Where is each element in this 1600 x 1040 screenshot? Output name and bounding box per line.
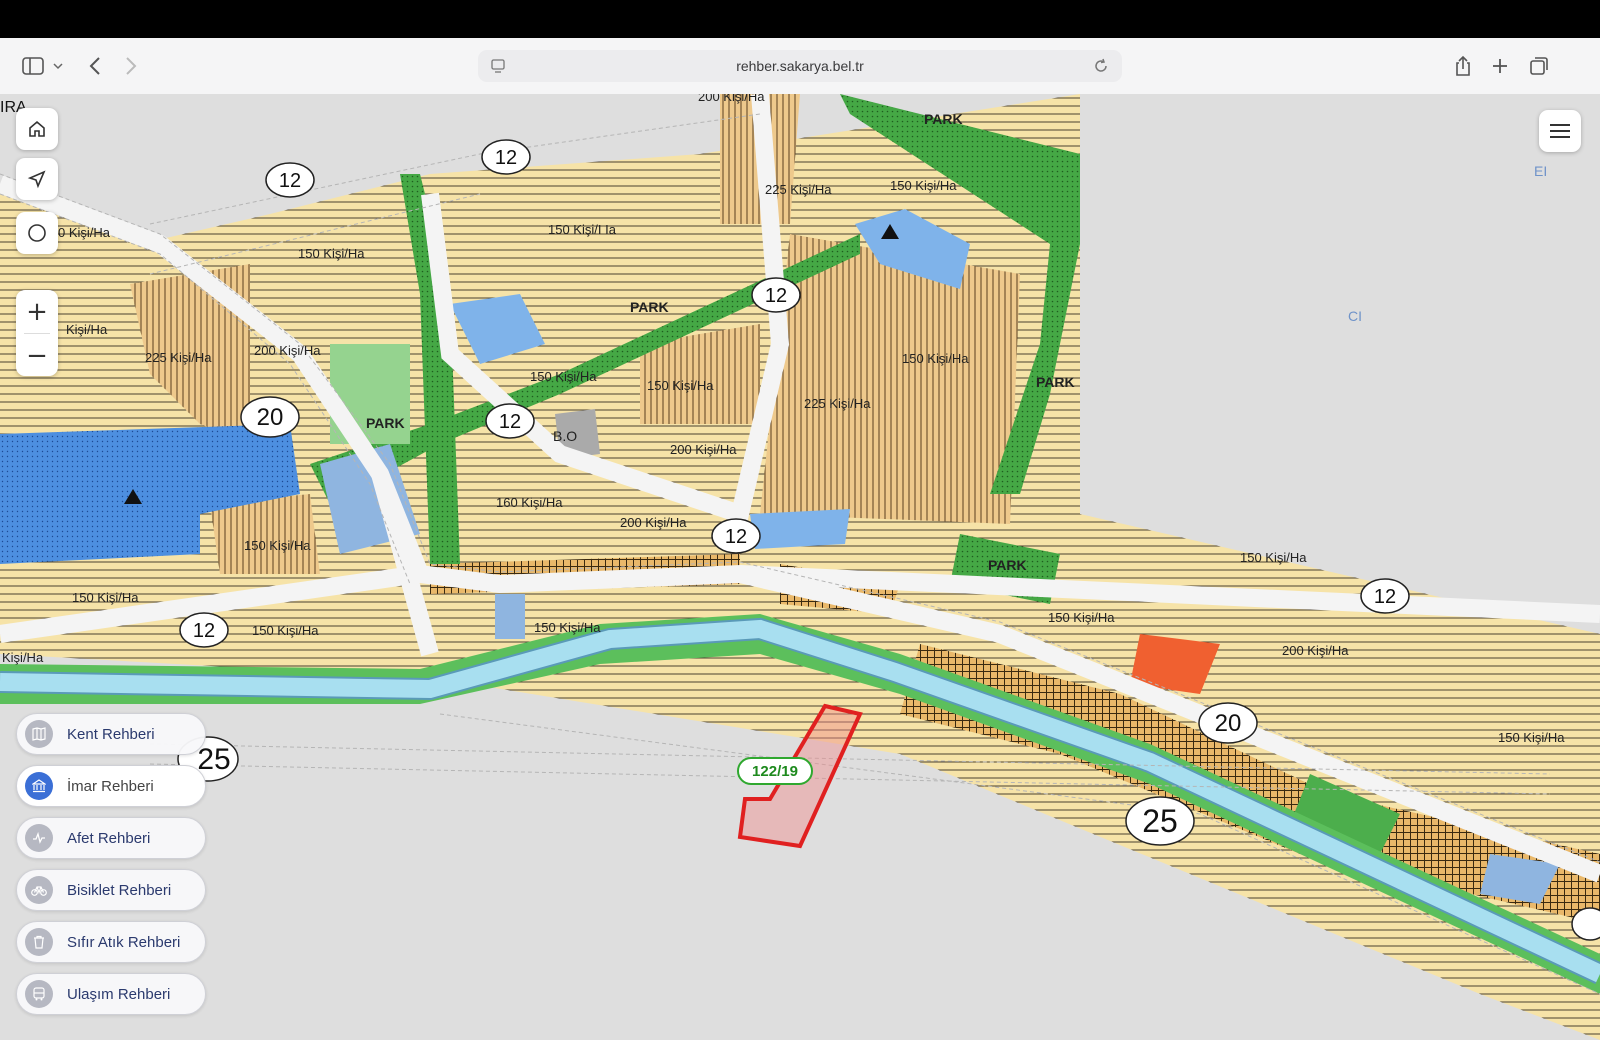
density-label: 150 Kişi/I Ia — [548, 222, 617, 237]
guide-list: Kent Rehberi İmar Rehberi Afet Rehberi B… — [16, 713, 206, 1025]
park-label: PARK — [630, 299, 669, 315]
guide-label: İmar Rehberi — [67, 777, 154, 795]
address-bar[interactable]: rehber.sakarya.bel.tr — [478, 50, 1122, 82]
density-label: 150 Kişi/Ha — [1498, 730, 1565, 745]
reload-icon[interactable] — [1092, 57, 1110, 75]
density-label: 200 Kişi/Ha — [670, 442, 737, 457]
new-tab-icon[interactable] — [1485, 51, 1515, 81]
guide-ulasim-rehberi[interactable]: Ulaşım Rehberi — [16, 973, 206, 1015]
hamburger-icon — [1550, 124, 1570, 138]
road-number: 12 — [765, 285, 787, 307]
bo-label: B.O — [553, 428, 577, 444]
density-label: 150 Kişi/Ha — [72, 590, 139, 605]
bicycle-icon — [25, 876, 53, 904]
guide-label: Kent Rehberi — [67, 725, 155, 743]
road-number: 12 — [193, 620, 215, 642]
density-label: 150 Kişi/Ha — [530, 369, 597, 384]
density-label: 225 Kişi/Ha — [804, 396, 871, 411]
share-icon[interactable] — [1448, 51, 1478, 81]
density-label: 225 Kişi/Ha — [145, 350, 212, 365]
road-number: 12 — [1374, 586, 1396, 608]
guide-imar-rehberi[interactable]: İmar Rehberi — [16, 765, 206, 807]
density-label: 150 Kişi/Ha — [902, 351, 969, 366]
density-label: 150 Kişi/Ha — [647, 378, 714, 393]
density-label: 150 Kişi/Ha — [298, 246, 365, 261]
top-bezel — [0, 0, 1600, 38]
menu-button[interactable] — [1539, 110, 1581, 152]
public-facility-area[interactable] — [495, 594, 525, 639]
bus-icon — [25, 980, 53, 1008]
sidebar-toggle-icon[interactable] — [18, 51, 48, 81]
guide-label: Sıfır Atık Rehberi — [67, 933, 181, 951]
road-number: 25 — [1142, 803, 1178, 839]
density-label: 150 Kişi/Ha — [1048, 610, 1115, 625]
density-label: 150 Kişi/Ha — [252, 623, 319, 638]
guide-afet-rehberi[interactable]: Afet Rehberi — [16, 817, 206, 859]
zoning-map-canvas[interactable]: 12 12 12 12 12 12 12 20 20 25 25 150 Kiş… — [0, 94, 1600, 1040]
page-settings-icon[interactable] — [490, 58, 506, 74]
locate-button[interactable] — [16, 158, 58, 200]
public-facility-area[interactable] — [750, 509, 850, 549]
density-label: 0 Kişi/Ha — [58, 225, 111, 240]
url-text: rehber.sakarya.bel.tr — [736, 58, 864, 74]
density-label: 150 Kişi/Ha — [890, 178, 957, 193]
park-label: PARK — [366, 415, 405, 431]
zone-code-label: EI — [1534, 163, 1547, 179]
tabs-overview-icon[interactable] — [1524, 51, 1554, 81]
park-label: PARK — [1036, 374, 1075, 390]
guide-kent-rehberi[interactable]: Kent Rehberi — [16, 713, 206, 755]
guide-sifir-atik-rehberi[interactable]: Sıfır Atık Rehberi — [16, 921, 206, 963]
circle-icon — [28, 224, 46, 242]
draw-circle-button[interactable] — [16, 212, 58, 254]
forward-icon[interactable] — [116, 51, 146, 81]
guide-label: Bisiklet Rehberi — [67, 881, 172, 899]
guide-label: Ulaşım Rehberi — [67, 985, 171, 1003]
density-label: 200 Kişi/Ha — [620, 515, 687, 530]
home-button[interactable] — [16, 108, 58, 150]
zoom-control: + − — [16, 290, 58, 376]
density-label: 150 Kişi/Ha — [1240, 550, 1307, 565]
density-label: Kişi/Ha — [66, 322, 108, 337]
park-label: PARK — [924, 111, 963, 127]
back-icon[interactable] — [80, 51, 110, 81]
parcel-badge[interactable]: 122/19 — [737, 757, 813, 785]
density-label: Kişi/Ha — [2, 650, 44, 665]
chevron-down-icon[interactable] — [48, 51, 68, 81]
road-number: 20 — [1215, 710, 1242, 737]
zoom-in-button[interactable]: + — [16, 290, 58, 333]
road-number: 12 — [279, 170, 301, 192]
density-label: 200 Kişi/Ha — [254, 343, 321, 358]
bank-icon — [25, 772, 53, 800]
trash-icon — [25, 928, 53, 956]
zone-code-label: CI — [1348, 308, 1362, 324]
road-number: 12 — [499, 411, 521, 433]
home-icon — [29, 120, 45, 137]
density-label: 160 Kişi/Ha — [496, 495, 563, 510]
density-label: 225 Kişi/Ha — [765, 182, 832, 197]
browser-toolbar: rehber.sakarya.bel.tr — [0, 38, 1600, 95]
map-icon — [25, 720, 53, 748]
density-label: 150 Kişi/Ha — [244, 538, 311, 553]
density-label: 200 Kişi/Ha — [1282, 643, 1349, 658]
road-number: 12 — [495, 147, 517, 169]
guide-bisiklet-rehberi[interactable]: Bisiklet Rehberi — [16, 869, 206, 911]
density-label: 200 Kişi/Ha — [698, 94, 765, 104]
zoom-out-button[interactable]: − — [16, 334, 58, 377]
density-label: 150 Kişi/Ha — [534, 620, 601, 635]
guide-label: Afet Rehberi — [67, 829, 151, 847]
zoning-map[interactable]: 12 12 12 12 12 12 12 20 20 25 25 150 Kiş… — [0, 94, 1600, 1040]
park-label: PARK — [988, 557, 1027, 573]
road-number: 12 — [725, 526, 747, 548]
road-number: 20 — [257, 404, 284, 431]
navigation-arrow-icon — [27, 170, 46, 189]
pulse-icon — [25, 824, 53, 852]
